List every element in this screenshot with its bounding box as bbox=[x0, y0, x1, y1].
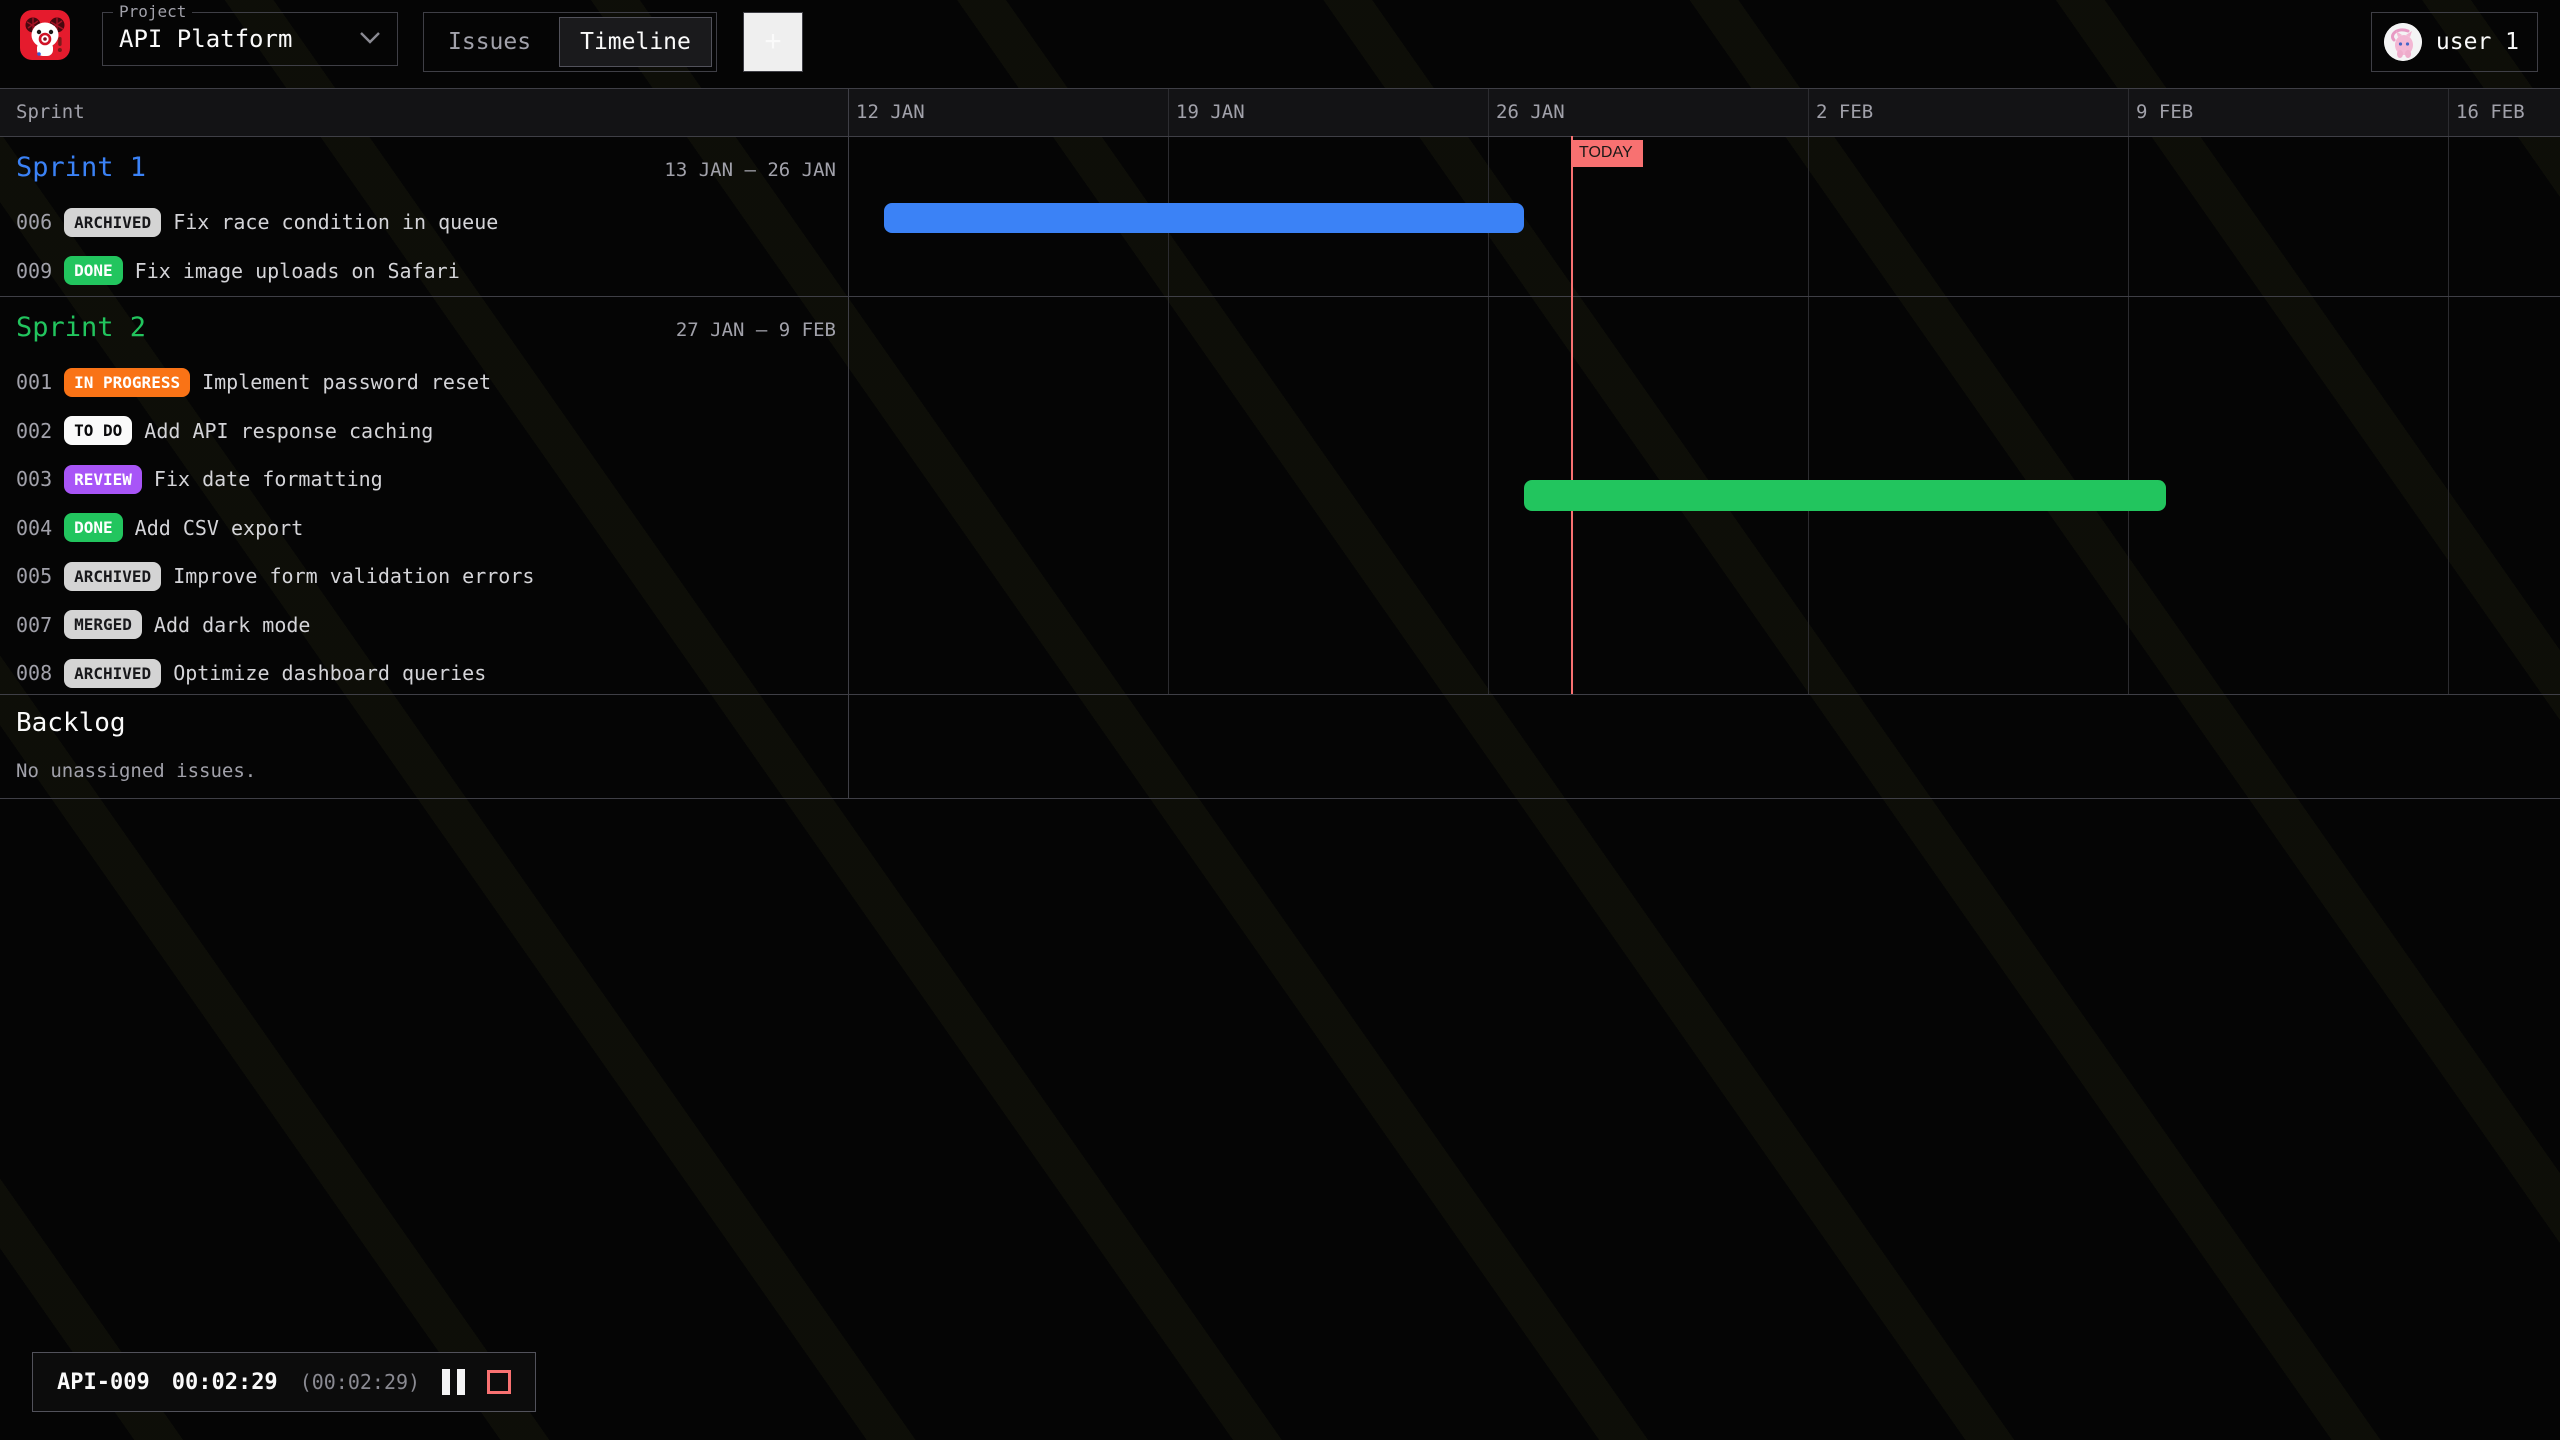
status-badge: DONE bbox=[64, 513, 123, 542]
chevron-down-icon bbox=[359, 30, 381, 49]
project-selector-label: Project bbox=[113, 2, 192, 21]
top-bar: Project API Platform IssuesTimeline + bbox=[0, 0, 2560, 88]
issue-title: Fix race condition in queue bbox=[173, 210, 498, 234]
user-name: user 1 bbox=[2436, 29, 2519, 55]
issue-title: Fix date formatting bbox=[154, 467, 383, 491]
grid-column-line bbox=[1808, 88, 1809, 694]
grid-column-line bbox=[1168, 88, 1169, 694]
sprint-column-header: Sprint bbox=[16, 88, 85, 136]
issue-title: Add dark mode bbox=[154, 613, 311, 637]
status-badge: ARCHIVED bbox=[64, 208, 161, 237]
issue-number: 007 bbox=[16, 613, 52, 637]
issue-row[interactable]: 001 IN PROGRESS Implement password reset bbox=[0, 358, 848, 407]
status-badge: TO DO bbox=[64, 416, 132, 445]
plus-icon: + bbox=[764, 25, 782, 59]
date-column-header: 26 JAN bbox=[1488, 88, 1565, 136]
sprint-section: Sprint 2 27 JAN – 9 FEB 001 IN PROGRESS Impl… bbox=[0, 296, 848, 694]
sprint-date-range: 27 JAN – 9 FEB bbox=[676, 319, 836, 341]
issue-number: 001 bbox=[16, 370, 52, 394]
issue-number: 006 bbox=[16, 210, 52, 234]
user-avatar bbox=[2384, 23, 2422, 61]
issue-title: Improve form validation errors bbox=[173, 564, 534, 588]
issue-title: Optimize dashboard queries bbox=[173, 661, 486, 685]
status-badge: IN PROGRESS bbox=[64, 368, 190, 397]
sprint-title[interactable]: Sprint 1 bbox=[16, 152, 146, 183]
pause-icon bbox=[442, 1369, 465, 1395]
date-column-header: 19 JAN bbox=[1168, 88, 1245, 136]
issue-row[interactable]: 004 DONE Add CSV export bbox=[0, 504, 848, 553]
sprint-date-range: 13 JAN – 26 JAN bbox=[664, 159, 836, 181]
status-badge: DONE bbox=[64, 256, 123, 285]
sprint-title[interactable]: Sprint 2 bbox=[16, 312, 146, 343]
issue-row[interactable]: 005 ARCHIVED Improve form validation error… bbox=[0, 552, 848, 601]
add-button[interactable]: + bbox=[743, 12, 803, 72]
tab-issues[interactable]: Issues bbox=[424, 13, 555, 71]
issue-title: Implement password reset bbox=[202, 370, 491, 394]
status-badge: MERGED bbox=[64, 610, 142, 639]
issue-row[interactable]: 002 TO DO Add API response caching bbox=[0, 407, 848, 456]
schedule-bar[interactable] bbox=[1524, 480, 2166, 511]
backlog-empty-message: No unassigned issues. bbox=[0, 738, 848, 782]
status-badge: ARCHIVED bbox=[64, 562, 161, 591]
timer-elapsed: 00:02:29 bbox=[172, 1370, 278, 1395]
issue-title: Add API response caching bbox=[144, 419, 433, 443]
grid-column-line bbox=[2448, 88, 2449, 694]
timer-total: (00:02:29) bbox=[300, 1370, 420, 1394]
view-tab-group: IssuesTimeline bbox=[423, 12, 717, 72]
date-column-header: 2 FEB bbox=[1808, 88, 1873, 136]
issue-title: Fix image uploads on Safari bbox=[135, 259, 460, 283]
today-badge: TODAY bbox=[1571, 140, 1643, 167]
sprint-section-header: Sprint 2 27 JAN – 9 FEB bbox=[0, 296, 848, 358]
app-logo-koala-icon[interactable] bbox=[20, 10, 70, 60]
schedule-bar[interactable] bbox=[884, 203, 1524, 233]
issue-number: 003 bbox=[16, 467, 52, 491]
stop-button[interactable] bbox=[487, 1370, 511, 1394]
issue-row[interactable]: 008 ARCHIVED Optimize dashboard queries bbox=[0, 649, 848, 698]
stop-icon bbox=[487, 1370, 511, 1394]
backlog-title: Backlog bbox=[0, 694, 848, 738]
timeline-board: Sprint 12 JAN 19 JAN 26 JAN 2 FEB 9 FEB 16 FE… bbox=[0, 88, 2560, 798]
issue-row[interactable]: 007 MERGED Add dark mode bbox=[0, 601, 848, 650]
time-tracker-widget: API-009 00:02:29 (00:02:29) bbox=[32, 1352, 536, 1412]
grid-column-line bbox=[1488, 88, 1489, 694]
issue-number: 009 bbox=[16, 259, 52, 283]
grid-column-line bbox=[2128, 88, 2129, 694]
grid-row-line bbox=[0, 88, 2560, 89]
issue-row[interactable]: 003 REVIEW Fix date formatting bbox=[0, 455, 848, 504]
backlog-section: BacklogNo unassigned issues. bbox=[0, 694, 848, 798]
today-marker-line bbox=[1571, 136, 1573, 694]
panel-divider-line bbox=[848, 88, 849, 798]
issue-number: 005 bbox=[16, 564, 52, 588]
user-menu[interactable]: user 1 bbox=[2371, 12, 2538, 72]
grid-row-line bbox=[0, 798, 2560, 799]
pause-button[interactable] bbox=[442, 1369, 465, 1395]
date-column-header: 16 FEB bbox=[2448, 88, 2525, 136]
project-selector[interactable]: Project API Platform bbox=[102, 12, 398, 66]
date-column-header: 9 FEB bbox=[2128, 88, 2193, 136]
date-column-header: 12 JAN bbox=[848, 88, 925, 136]
status-badge: REVIEW bbox=[64, 465, 142, 494]
issue-number: 008 bbox=[16, 661, 52, 685]
sprint-section-header: Sprint 1 13 JAN – 26 JAN bbox=[0, 136, 848, 198]
project-selector-value: API Platform bbox=[119, 25, 292, 53]
status-badge: ARCHIVED bbox=[64, 659, 161, 688]
timer-issue-id: API-009 bbox=[57, 1370, 150, 1395]
issue-title: Add CSV export bbox=[135, 516, 304, 540]
issue-number: 004 bbox=[16, 516, 52, 540]
sprint-section: Sprint 1 13 JAN – 26 JAN 006 ARCHIVED Fix ra… bbox=[0, 136, 848, 296]
tab-timeline[interactable]: Timeline bbox=[559, 17, 712, 67]
issue-row[interactable]: 009 DONE Fix image uploads on Safari bbox=[0, 247, 848, 296]
issue-number: 002 bbox=[16, 419, 52, 443]
issue-row[interactable]: 006 ARCHIVED Fix race condition in queue bbox=[0, 198, 848, 247]
